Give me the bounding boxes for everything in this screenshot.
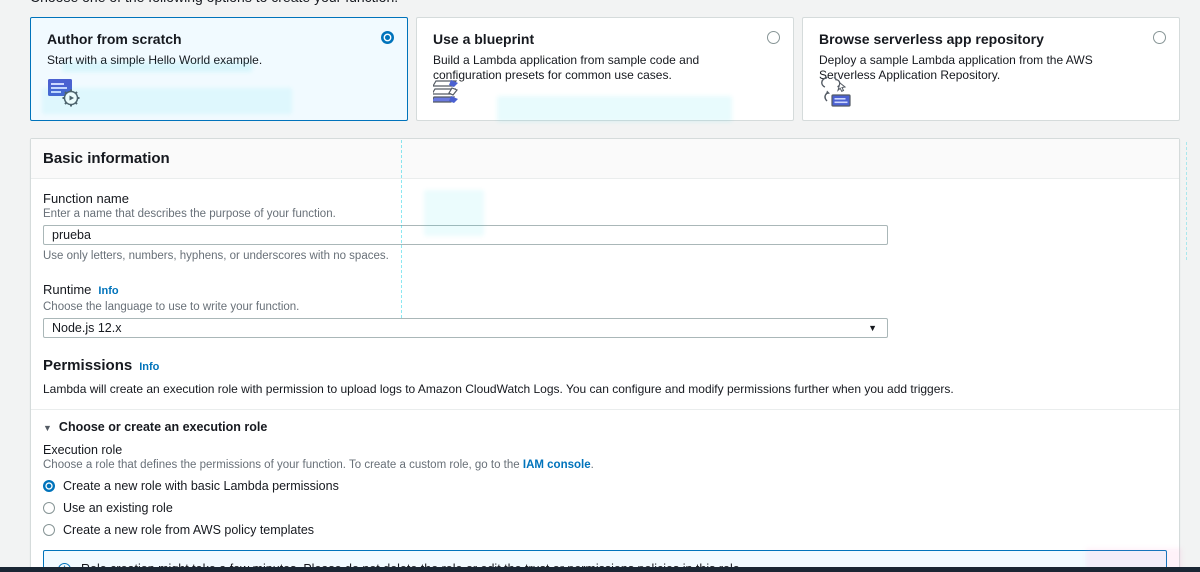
panel-body: Function name Enter a name that describe…	[31, 179, 1179, 572]
card-radio[interactable]	[1153, 31, 1166, 44]
function-name-label: Function name	[43, 191, 129, 206]
chevron-down-icon: ▼	[868, 323, 877, 333]
runtime-select[interactable]: Node.js 12.x ▼	[43, 318, 888, 338]
role-option-create-new-basic[interactable]: Create a new role with basic Lambda perm…	[43, 479, 1167, 493]
intro-text-clipped: Choose one of the following options to c…	[30, 0, 1180, 9]
permissions-section: Permissions Info Lambda will create an ex…	[43, 357, 1167, 396]
execution-role-description: Choose a role that defines the permissio…	[43, 459, 1167, 471]
card-title: Author from scratch	[47, 31, 182, 47]
card-description: Build a Lambda application from sample c…	[433, 53, 700, 82]
role-option-label: Create a new role with basic Lambda perm…	[63, 479, 339, 493]
render-artifact	[1186, 142, 1187, 260]
function-name-constraint: Use only letters, numbers, hyphens, or u…	[43, 250, 389, 262]
radio-icon[interactable]	[43, 502, 55, 514]
author-from-scratch-icon	[47, 77, 81, 112]
panel-title: Basic information	[43, 150, 170, 167]
runtime-label: Runtime	[43, 282, 92, 297]
function-name-input[interactable]	[43, 225, 888, 245]
panel-header: Basic information	[31, 139, 1179, 179]
create-function-page: Choose one of the following options to c…	[30, 0, 1180, 572]
expander-label: Choose or create an execution role	[58, 420, 268, 434]
role-option-policy-templates[interactable]: Create a new role from AWS policy templa…	[43, 523, 1167, 537]
radio-selected-icon[interactable]	[43, 480, 55, 492]
execution-role-description-suffix: .	[590, 459, 594, 471]
runtime-selected-value: Node.js 12.x	[52, 321, 122, 335]
card-title: Use a blueprint	[433, 31, 535, 47]
card-radio-selected[interactable]	[381, 31, 394, 44]
basic-information-panel: Basic information Function name Enter a …	[30, 138, 1180, 572]
radio-icon[interactable]	[43, 524, 55, 536]
execution-role-expander[interactable]: ▼ Choose or create an execution role	[43, 410, 1167, 443]
blueprint-icon	[429, 79, 469, 112]
serverless-repo-icon	[819, 74, 857, 112]
card-radio[interactable]	[767, 31, 780, 44]
runtime-info-link[interactable]: Info	[98, 285, 118, 297]
console-bottom-bar	[0, 567, 1200, 572]
card-author-from-scratch[interactable]: Author from scratch Start with a simple …	[30, 17, 408, 121]
permissions-info-link[interactable]: Info	[139, 361, 159, 373]
role-option-label: Use an existing role	[63, 501, 173, 515]
card-browse-serverless-app-repository[interactable]: Browse serverless app repository Deploy …	[802, 17, 1180, 121]
card-description: Start with a simple Hello World example.	[47, 53, 263, 67]
execution-role-group: Execution role Choose a role that define…	[43, 443, 1167, 537]
triangle-down-icon: ▼	[43, 423, 52, 433]
permissions-heading: Permissions	[43, 357, 133, 374]
card-use-a-blueprint[interactable]: Use a blueprint Build a Lambda applicati…	[416, 17, 794, 121]
function-name-group: Function name Enter a name that describe…	[43, 191, 1167, 262]
card-title: Browse serverless app repository	[819, 31, 1044, 47]
runtime-group: Runtime Info Choose the language to use t…	[43, 281, 1167, 338]
runtime-description: Choose the language to use to write your…	[43, 301, 300, 313]
intro-text: Choose one of the following options to c…	[30, 0, 1180, 5]
execution-role-description-text: Choose a role that defines the permissio…	[43, 459, 523, 471]
card-description: Deploy a sample Lambda application from …	[819, 53, 1093, 82]
function-name-description: Enter a name that describes the purpose …	[43, 208, 336, 220]
execution-role-label: Execution role	[43, 443, 123, 457]
creation-option-cards: Author from scratch Start with a simple …	[30, 17, 1180, 121]
iam-console-link[interactable]: IAM console	[523, 459, 591, 471]
role-option-label: Create a new role from AWS policy templa…	[63, 523, 315, 537]
permissions-description: Lambda will create an execution role wit…	[43, 382, 954, 396]
role-option-use-existing[interactable]: Use an existing role	[43, 501, 1167, 515]
